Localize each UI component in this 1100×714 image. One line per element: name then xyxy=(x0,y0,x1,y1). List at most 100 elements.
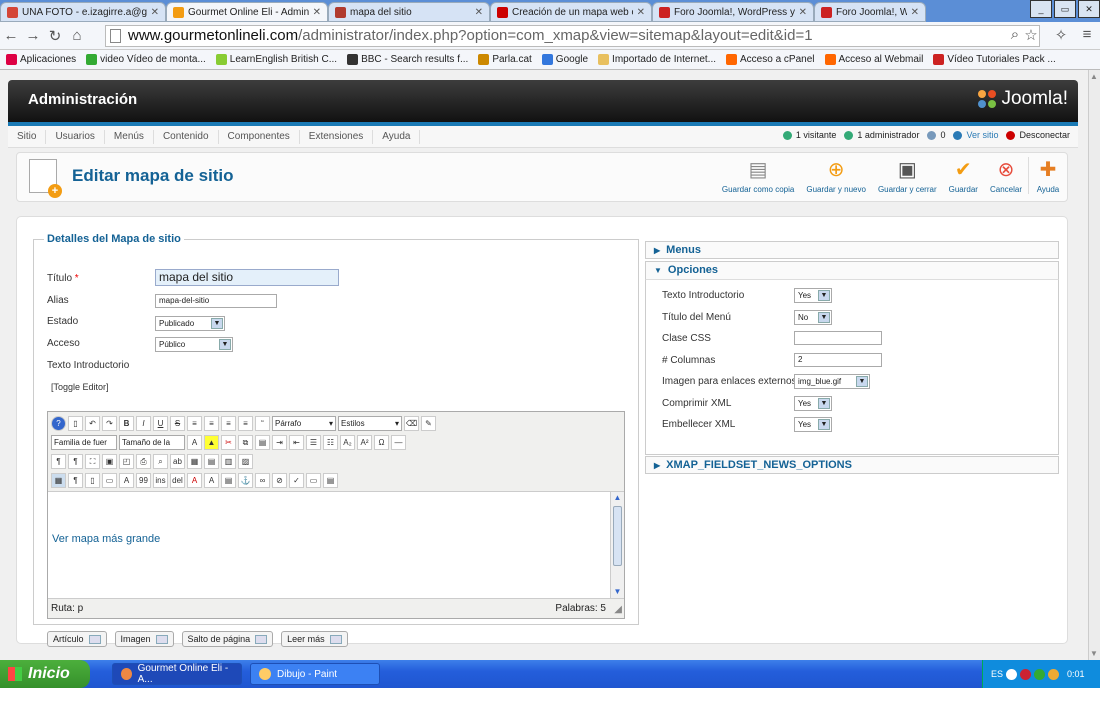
status-item[interactable]: Ver sitio xyxy=(953,130,998,140)
minimize-button[interactable]: _ xyxy=(1030,0,1052,18)
blockquote-icon[interactable]: “ xyxy=(255,415,270,431)
admin-menu-item[interactable]: Sitio xyxy=(8,129,47,144)
media-icon[interactable]: ▭ xyxy=(102,472,117,488)
style-icon[interactable]: ▤ xyxy=(323,472,338,488)
options-panel-header[interactable]: ▼ Opciones xyxy=(645,261,1059,279)
forward-icon[interactable]: → xyxy=(22,27,44,44)
status-item[interactable]: Desconectar xyxy=(1006,130,1070,140)
state-select[interactable]: Publicado ▼ xyxy=(155,316,225,331)
browser-tab[interactable]: mapa del sitio ✕ xyxy=(328,2,490,22)
news-options-panel-header[interactable]: ▶ XMAP_FIELDSET_NEWS_OPTIONS xyxy=(645,456,1059,474)
search-icon[interactable]: ⌕ xyxy=(153,453,168,469)
alias-input[interactable]: mapa-del-sitio xyxy=(155,294,277,308)
merge-icon[interactable]: ▨ xyxy=(238,453,253,469)
italic-icon[interactable]: I xyxy=(136,415,151,431)
option-input[interactable]: 2 xyxy=(794,352,882,367)
align-center-icon[interactable]: ≡ xyxy=(204,415,219,431)
start-button[interactable]: Inicio xyxy=(0,660,90,688)
admin-menu-item[interactable]: Contenido xyxy=(154,129,219,144)
font-size-select[interactable]: Tamaño de la xyxy=(119,434,185,450)
bookmark-item[interactable]: LearnEnglish British C... xyxy=(215,54,337,65)
browser-tab[interactable]: UNA FOTO - e.izagirre.a@g ✕ xyxy=(0,2,166,22)
language-indicator[interactable]: ES xyxy=(991,669,1003,679)
close-tab-icon[interactable]: ✕ xyxy=(799,7,807,18)
undo-icon[interactable]: ↶ xyxy=(85,415,100,431)
subscript-icon[interactable]: A₂ xyxy=(340,434,355,450)
tray-icon[interactable] xyxy=(1048,668,1060,680)
highlight-icon[interactable]: ▲ xyxy=(204,434,219,450)
help-icon[interactable]: ? xyxy=(51,415,66,431)
editor-insert-button[interactable]: Imagen xyxy=(114,631,174,647)
title-input[interactable]: mapa del sitio xyxy=(155,269,339,286)
option-select[interactable]: img_blue.gif ▼ xyxy=(794,374,870,389)
abbr-icon[interactable]: A xyxy=(119,472,134,488)
ordered-list-icon[interactable]: ☰ xyxy=(306,434,321,450)
indent-icon[interactable]: ⇥ xyxy=(272,434,287,450)
close-tab-icon[interactable]: ✕ xyxy=(637,7,645,18)
anchor-icon[interactable]: ⚓ xyxy=(238,472,253,488)
superscript-icon[interactable]: A² xyxy=(357,434,372,450)
browser-tab[interactable]: Foro Joomla!, Wor ✕ xyxy=(814,2,926,22)
bookmark-item[interactable]: video Vídeo de monta... xyxy=(86,54,206,65)
template-icon[interactable]: ▯ xyxy=(85,472,100,488)
tray-icon[interactable] xyxy=(1034,668,1046,680)
browser-tab[interactable]: Gourmet Online Eli - Adminis ✕ xyxy=(166,2,328,22)
underline-icon[interactable]: U xyxy=(153,415,168,431)
resize-handle[interactable]: ◢ xyxy=(614,604,622,615)
bookmark-item[interactable]: Acceso al Webmail xyxy=(824,54,923,65)
spellcheck-icon[interactable]: ✓ xyxy=(289,472,304,488)
hr-icon[interactable]: — xyxy=(391,434,406,450)
bookmark-item[interactable]: BBC - Search results f... xyxy=(347,54,468,65)
admin-menu-item[interactable]: Extensiones xyxy=(300,129,374,144)
home-icon[interactable]: ⌂ xyxy=(66,27,88,44)
paragraph-icon[interactable]: ¶ xyxy=(68,472,83,488)
close-tab-icon[interactable]: ✕ xyxy=(313,7,321,18)
editor-insert-button[interactable]: Salto de página xyxy=(181,631,274,647)
bold-icon[interactable]: B xyxy=(119,415,134,431)
tray-icon[interactable] xyxy=(1020,668,1032,680)
char-map-icon[interactable]: Ω xyxy=(374,434,389,450)
close-tab-icon[interactable]: ✕ xyxy=(911,7,919,18)
fullscreen-icon[interactable]: ⛶ xyxy=(85,453,100,469)
replace-icon[interactable]: ab xyxy=(170,453,185,469)
restore-button[interactable]: ▭ xyxy=(1054,0,1076,18)
cleanup-icon[interactable]: ✎ xyxy=(421,415,436,431)
back-icon[interactable]: ← xyxy=(0,27,22,44)
browser-tab[interactable]: Foro Joomla!, WordPress y ✕ xyxy=(652,2,814,22)
image-icon[interactable]: ▣ xyxy=(102,453,117,469)
option-select[interactable]: No ▼ xyxy=(794,309,832,325)
save-new-button[interactable]: ⊕ Guardar y nuevo xyxy=(800,157,872,195)
admin-menu-item[interactable]: Ayuda xyxy=(373,129,421,144)
justify-icon[interactable]: ≡ xyxy=(238,415,253,431)
option-select[interactable]: Yes ▼ xyxy=(794,417,832,432)
close-window-button[interactable]: ✕ xyxy=(1078,0,1100,18)
strikethrough-icon[interactable]: S xyxy=(170,415,185,431)
bookmark-item[interactable]: Parla.cat xyxy=(478,54,532,65)
outdent-icon[interactable]: ⇤ xyxy=(289,434,304,450)
table-col-icon[interactable]: ▥ xyxy=(221,453,236,469)
bullet-list-icon[interactable]: ☷ xyxy=(323,434,338,450)
copy-icon[interactable]: ⧉ xyxy=(238,434,253,450)
eraser-icon[interactable]: ⌫ xyxy=(404,415,419,431)
code-icon[interactable]: ◰ xyxy=(119,453,134,469)
font-family-select[interactable]: Familia de fuer xyxy=(51,434,117,450)
visual-aid-icon[interactable]: ▦ xyxy=(51,472,66,488)
ltr-icon[interactable]: ¶ xyxy=(51,453,66,469)
bookmark-item[interactable]: Importado de Internet... xyxy=(598,54,716,65)
non-break-icon[interactable]: ▭ xyxy=(306,472,321,488)
toggle-editor-link[interactable]: [Toggle Editor] xyxy=(51,382,109,392)
text-color-icon[interactable]: A xyxy=(187,434,202,450)
editor-insert-button[interactable]: Artículo xyxy=(47,631,107,647)
layer-icon[interactable]: ▤ xyxy=(221,472,236,488)
bookmark-item[interactable]: Vídeo Tutoriales Pack ... xyxy=(933,54,1056,65)
print-icon[interactable]: ⎙ xyxy=(136,453,151,469)
styles-select[interactable]: Estilos ▾ xyxy=(338,415,402,431)
close-tab-icon[interactable]: ✕ xyxy=(475,7,483,18)
url-field[interactable]: www.gourmetonlineli.com/administrator/in… xyxy=(105,25,1040,47)
cite-icon[interactable]: 99 xyxy=(136,472,151,488)
browser-tab[interactable]: Creación de un mapa web c ✕ xyxy=(490,2,652,22)
unlink-icon[interactable]: ⊘ xyxy=(272,472,287,488)
admin-menu-item[interactable]: Usuarios xyxy=(46,129,105,144)
link-icon[interactable]: ∞ xyxy=(255,472,270,488)
extension-icon[interactable]: ✧ xyxy=(1050,26,1072,44)
